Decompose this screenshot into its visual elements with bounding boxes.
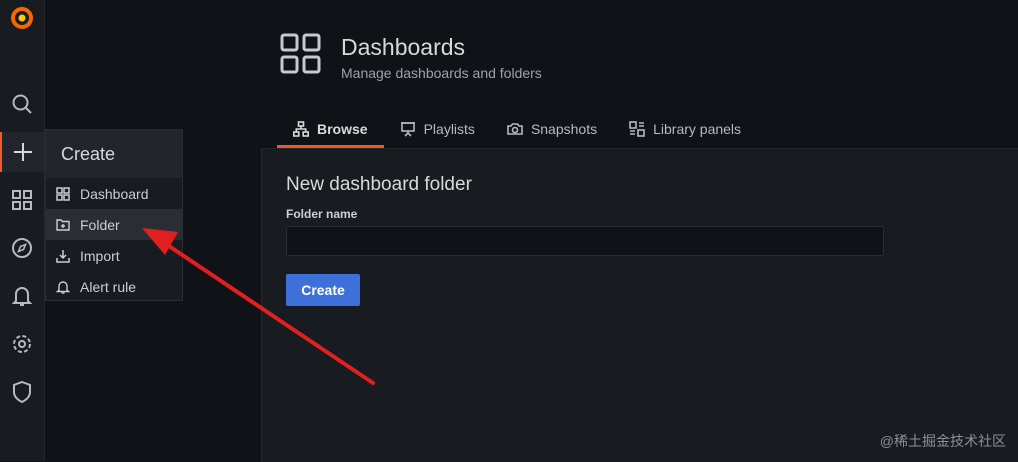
watermark: @稀土掘金技术社区 — [879, 433, 1006, 449]
annotation-arrow — [142, 228, 375, 385]
